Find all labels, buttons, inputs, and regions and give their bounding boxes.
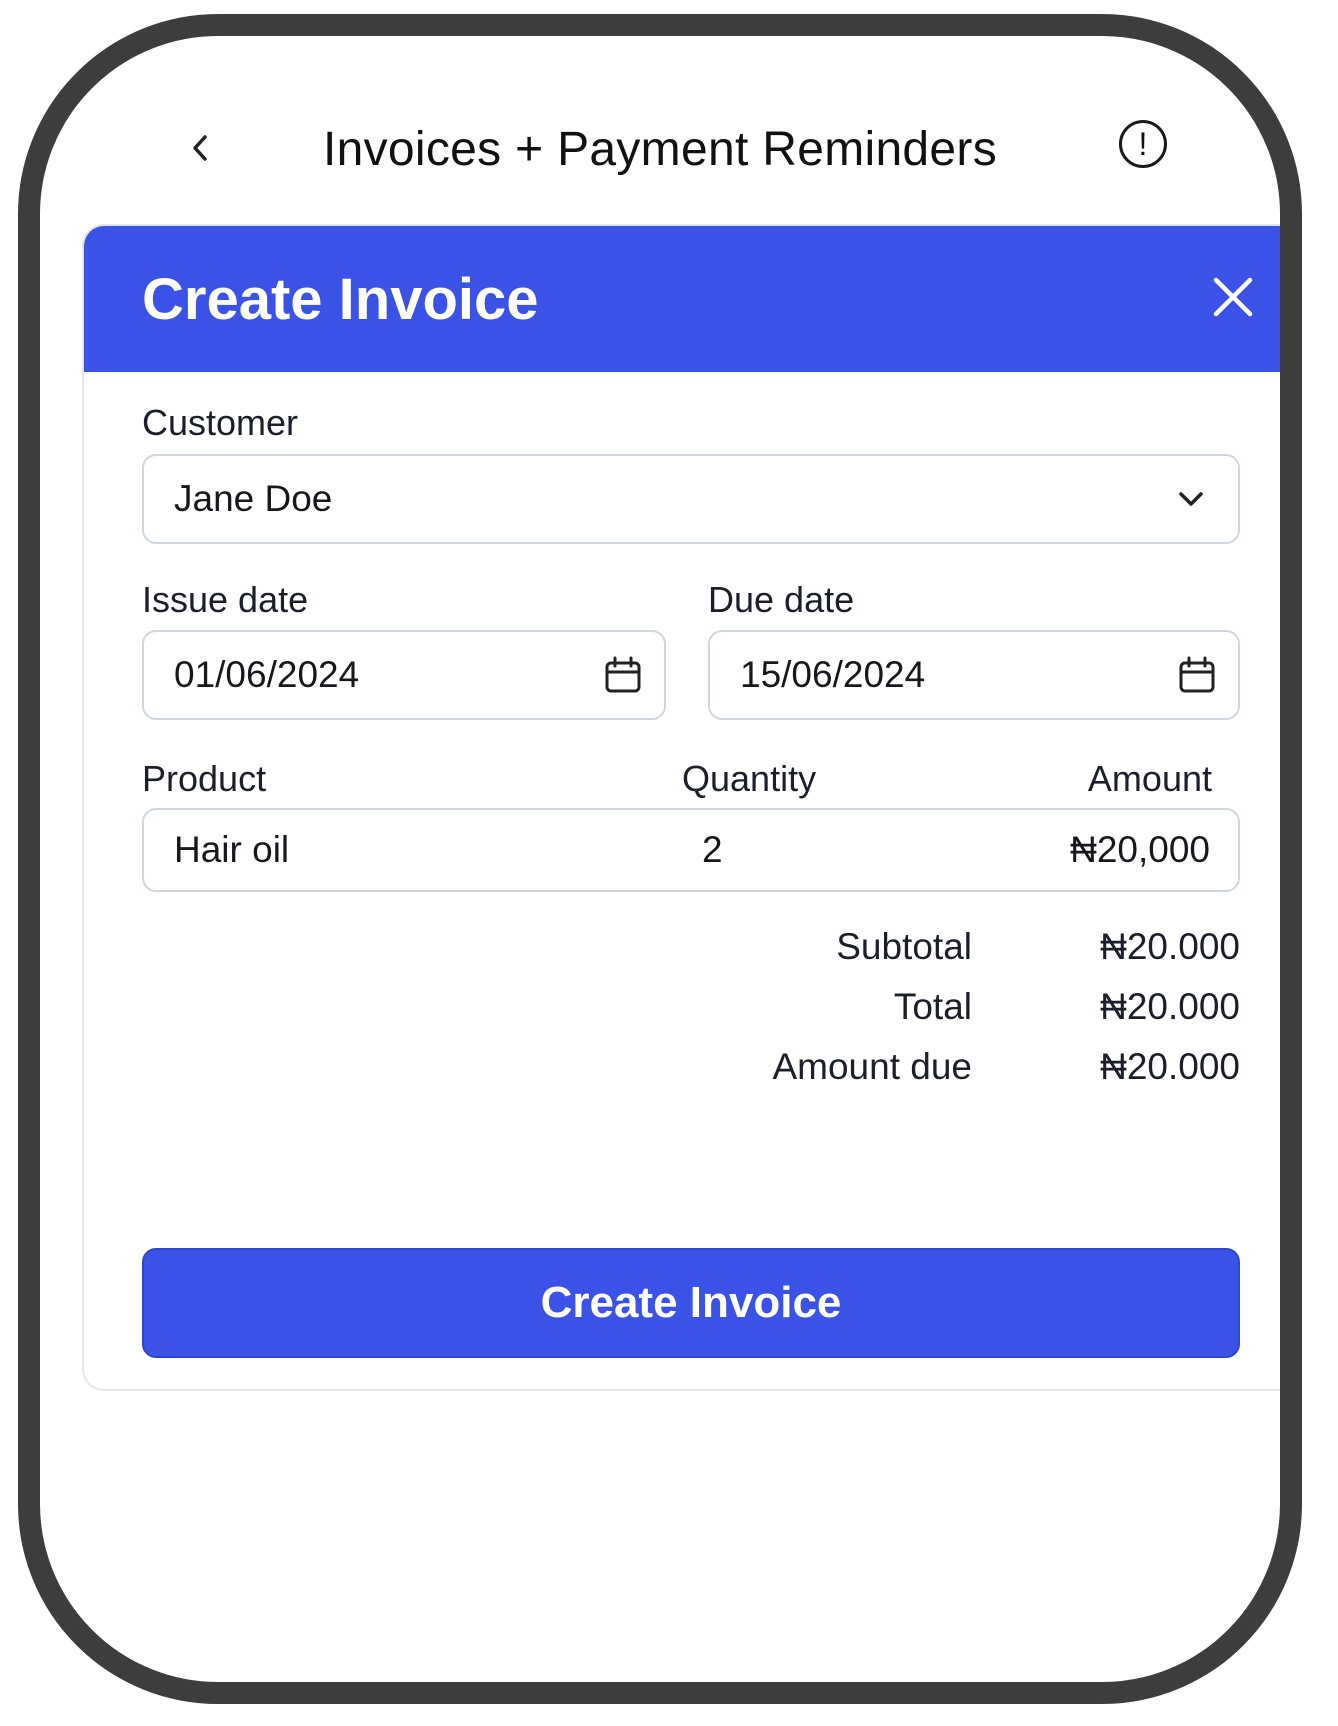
due-date-field[interactable]: 15/06/2024 <box>708 630 1240 720</box>
amount-due-value: ₦20.000 <box>1100 1046 1240 1087</box>
product-column-header: Product <box>142 758 267 799</box>
create-invoice-button[interactable]: Create Invoice <box>142 1248 1240 1358</box>
info-button[interactable]: ! <box>1119 120 1167 168</box>
issue-date-label: Issue date <box>142 579 309 620</box>
modal-header: Create Invoice <box>84 226 1280 372</box>
customer-value: Jane Doe <box>174 478 333 519</box>
amount-column-header: Amount <box>1087 758 1212 799</box>
page-title: Invoices + Payment Reminders <box>322 123 998 176</box>
customer-select[interactable]: Jane Doe <box>142 454 1240 544</box>
close-button[interactable] <box>1208 272 1258 322</box>
due-date-label: Due date <box>708 579 855 620</box>
customer-label: Customer <box>142 402 299 443</box>
amount-due-label: Amount due <box>772 1046 972 1087</box>
subtotal-label: Subtotal <box>836 926 972 967</box>
line-item-row[interactable]: Hair oil 2 ₦20,000 <box>142 808 1240 892</box>
create-invoice-modal: Create Invoice Customer Jane Doe Issue d… <box>82 224 1280 1391</box>
close-icon <box>1213 277 1253 317</box>
calendar-icon[interactable] <box>1178 656 1216 694</box>
calendar-icon[interactable] <box>604 656 642 694</box>
line-item-amount: ₦20,000 <box>1070 829 1210 870</box>
chevron-down-icon <box>1179 492 1203 506</box>
modal-title: Create Invoice <box>142 267 539 332</box>
issue-date-value: 01/06/2024 <box>174 654 360 695</box>
subtotal-value: ₦20.000 <box>1100 926 1240 967</box>
issue-date-field[interactable]: 01/06/2024 <box>142 630 666 720</box>
line-item-quantity: 2 <box>702 829 723 870</box>
due-date-value: 15/06/2024 <box>740 654 926 695</box>
top-bar: Invoices + Payment Reminders ! <box>40 96 1280 196</box>
exclamation-circle-icon: ! <box>1138 125 1148 162</box>
quantity-column-header: Quantity <box>682 758 817 799</box>
line-item-product: Hair oil <box>174 829 290 870</box>
device-frame: Invoices + Payment Reminders ! Create In… <box>18 14 1302 1704</box>
total-value: ₦20.000 <box>1100 986 1240 1027</box>
total-label: Total <box>893 986 972 1027</box>
